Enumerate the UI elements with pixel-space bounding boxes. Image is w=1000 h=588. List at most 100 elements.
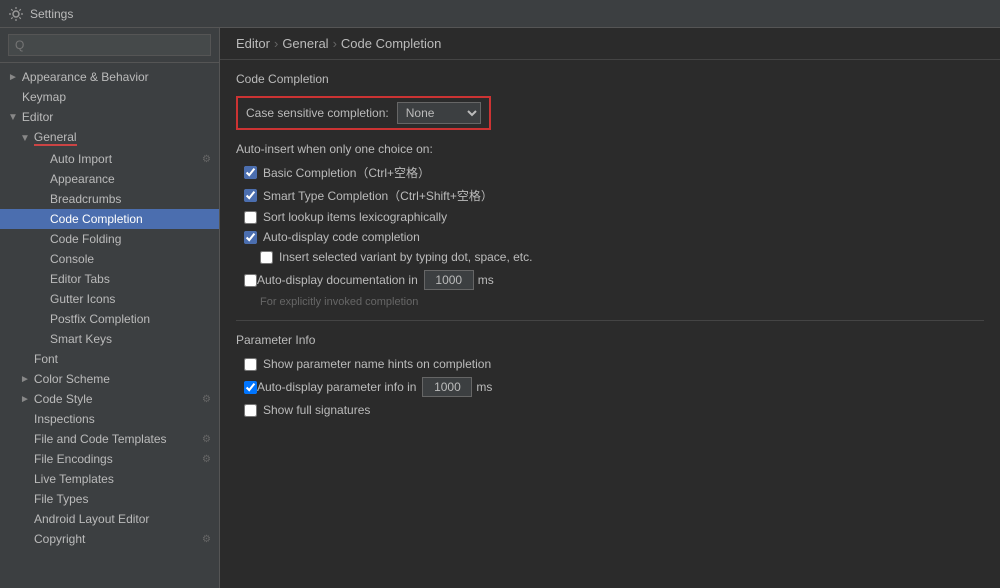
sort-lookup-label: Sort lookup items lexicographically <box>263 210 447 224</box>
sidebar-item-console[interactable]: Console <box>0 249 219 269</box>
sidebar-item-file-code-templates[interactable]: File and Code Templates⚙ <box>0 429 219 449</box>
sidebar-item-breadcrumbs[interactable]: Breadcrumbs <box>0 189 219 209</box>
case-sensitive-box: Case sensitive completion: None All Firs… <box>236 96 491 130</box>
search-input[interactable] <box>8 34 211 56</box>
arrow-icon-code-style <box>20 394 30 405</box>
auto-display-param-label: Auto-display parameter info in <box>257 380 416 394</box>
sidebar-item-copyright[interactable]: Copyright ⚙ <box>0 529 219 549</box>
sidebar-item-code-style[interactable]: Code Style⚙ <box>0 389 219 409</box>
sidebar-item-editor[interactable]: Editor <box>0 107 219 127</box>
show-param-hints-row: Show parameter name hints on completion <box>244 357 984 371</box>
sidebar-item-editor-tabs[interactable]: Editor Tabs <box>0 269 219 289</box>
sidebar-label-code-completion: Code Completion <box>50 212 143 226</box>
breadcrumb-code-completion: Code Completion <box>341 36 441 51</box>
settings-icon-auto-import: ⚙ <box>202 154 211 165</box>
breadcrumb-sep2: › <box>333 36 337 51</box>
basic-completion-label: Basic Completion（Ctrl+空格） <box>263 164 430 181</box>
show-param-hints-label: Show parameter name hints on completion <box>263 357 491 371</box>
show-full-signatures-row: Show full signatures <box>244 403 984 417</box>
sidebar-label-file-code-templates: File and Code Templates <box>34 432 167 446</box>
show-full-signatures-checkbox[interactable] <box>244 404 257 417</box>
main-layout: Appearance & Behavior Keymap Editor General… <box>0 28 1000 588</box>
sidebar-item-appearance[interactable]: Appearance <box>0 169 219 189</box>
sidebar-label-auto-import: Auto Import <box>50 152 112 166</box>
sidebar-label-keymap: Keymap <box>22 90 66 104</box>
breadcrumb-sep1: › <box>274 36 278 51</box>
auto-display-param-checkbox[interactable] <box>244 381 257 394</box>
sidebar-label-inspections: Inspections <box>34 412 95 426</box>
title-bar: Settings <box>0 0 1000 28</box>
settings-icon-copyright: ⚙ <box>202 534 211 545</box>
insert-selected-row: Insert selected variant by typing dot, s… <box>260 250 984 264</box>
auto-insert-label: Auto-insert when only one choice on: <box>236 142 984 156</box>
sidebar-item-postfix-completion[interactable]: Postfix Completion <box>0 309 219 329</box>
show-param-hints-checkbox[interactable] <box>244 358 257 371</box>
sidebar-label-file-encodings: File Encodings <box>34 452 113 466</box>
param-info-title: Parameter Info <box>236 333 984 347</box>
arrow-icon-color-scheme <box>20 374 30 385</box>
auto-display-param-input[interactable] <box>422 377 472 397</box>
sidebar-item-inspections[interactable]: Inspections <box>0 409 219 429</box>
auto-display-param-row: Auto-display parameter info in ms <box>244 377 984 397</box>
insert-selected-checkbox[interactable] <box>260 251 273 264</box>
section-title: Code Completion <box>236 72 984 86</box>
sidebar-label-color-scheme: Color Scheme <box>34 372 110 386</box>
smart-type-label: Smart Type Completion（Ctrl+Shift+空格） <box>263 187 493 204</box>
sidebar-label-editor-tabs: Editor Tabs <box>50 272 110 286</box>
auto-display-param-unit: ms <box>476 380 492 394</box>
sidebar: Appearance & Behavior Keymap Editor General… <box>0 28 220 588</box>
sidebar-label-editor: Editor <box>22 110 53 124</box>
settings-icon-code-style: ⚙ <box>202 394 211 405</box>
basic-completion-row: Basic Completion（Ctrl+空格） <box>244 164 984 181</box>
sidebar-label-gutter-icons: Gutter Icons <box>50 292 115 306</box>
sidebar-item-file-types[interactable]: File Types <box>0 489 219 509</box>
search-box <box>0 28 219 63</box>
sidebar-label-copyright: Copyright <box>34 532 85 546</box>
auto-display-doc-input[interactable] <box>424 270 474 290</box>
auto-display-doc-checkbox[interactable] <box>244 274 257 287</box>
sidebar-label-smart-keys: Smart Keys <box>50 332 112 346</box>
content-scroll: Code Completion Case sensitive completio… <box>220 60 1000 588</box>
basic-completion-checkbox[interactable] <box>244 166 257 179</box>
sidebar-item-code-folding[interactable]: Code Folding <box>0 229 219 249</box>
sort-lookup-row: Sort lookup items lexicographically <box>244 210 984 224</box>
nav-tree: Appearance & Behavior Keymap Editor General… <box>0 63 219 588</box>
sidebar-item-code-completion[interactable]: Code Completion <box>0 209 219 229</box>
sidebar-item-general[interactable]: General <box>0 127 219 149</box>
breadcrumb-editor: Editor <box>236 36 270 51</box>
arrow-icon-general <box>20 133 30 144</box>
sidebar-item-auto-import[interactable]: Auto Import ⚙ <box>0 149 219 169</box>
sidebar-item-appearance-behavior[interactable]: Appearance & Behavior <box>0 67 219 87</box>
sidebar-label-general: General <box>34 130 77 146</box>
auto-display-doc-row: Auto-display documentation in ms <box>244 270 984 290</box>
sort-lookup-checkbox[interactable] <box>244 211 257 224</box>
sidebar-label-file-types: File Types <box>34 492 88 506</box>
content-area: Editor › General › Code Completion Code … <box>220 28 1000 588</box>
auto-display-doc-hint: For explicitly invoked completion <box>260 296 984 308</box>
sidebar-label-console: Console <box>50 252 94 266</box>
sidebar-label-code-folding: Code Folding <box>50 232 121 246</box>
settings-icon-file-encodings: ⚙ <box>202 454 211 465</box>
insert-selected-label: Insert selected variant by typing dot, s… <box>279 250 532 264</box>
arrow-icon-appearance-behavior <box>8 72 18 83</box>
sidebar-item-live-templates[interactable]: Live Templates <box>0 469 219 489</box>
sidebar-item-font[interactable]: Font <box>0 349 219 369</box>
sidebar-label-breadcrumbs: Breadcrumbs <box>50 192 121 206</box>
sidebar-item-keymap[interactable]: Keymap <box>0 87 219 107</box>
sidebar-item-gutter-icons[interactable]: Gutter Icons <box>0 289 219 309</box>
smart-type-checkbox[interactable] <box>244 189 257 202</box>
case-sensitive-select[interactable]: None All First letter <box>397 102 481 124</box>
sidebar-item-file-encodings[interactable]: File Encodings ⚙ <box>0 449 219 469</box>
auto-display-code-checkbox[interactable] <box>244 231 257 244</box>
auto-display-doc-unit: ms <box>478 273 494 287</box>
smart-type-row: Smart Type Completion（Ctrl+Shift+空格） <box>244 187 984 204</box>
sidebar-label-font: Font <box>34 352 58 366</box>
sidebar-item-android-layout-editor[interactable]: Android Layout Editor <box>0 509 219 529</box>
title-text: Settings <box>30 7 73 21</box>
auto-display-code-label: Auto-display code completion <box>263 230 420 244</box>
sidebar-label-android-layout-editor: Android Layout Editor <box>34 512 149 526</box>
divider <box>236 320 984 321</box>
sidebar-item-color-scheme[interactable]: Color Scheme <box>0 369 219 389</box>
sidebar-item-smart-keys[interactable]: Smart Keys <box>0 329 219 349</box>
auto-display-code-row: Auto-display code completion <box>244 230 984 244</box>
